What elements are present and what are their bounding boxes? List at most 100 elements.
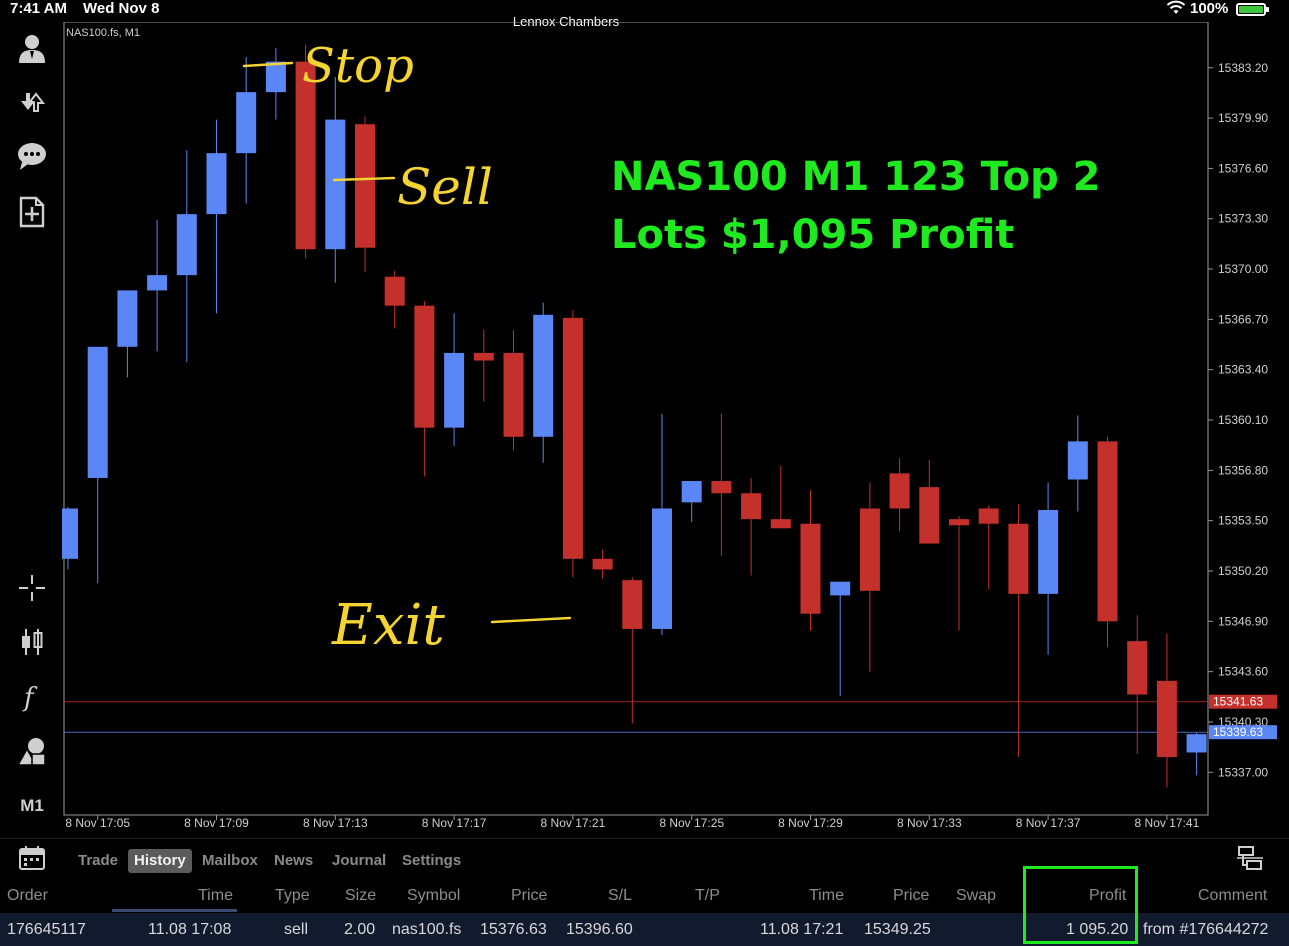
overlay-title-line2: Lots $1,095 Profit (611, 212, 1015, 258)
candle-body (592, 558, 613, 570)
candle-body (147, 275, 168, 291)
col-sl[interactable]: S/L (608, 887, 632, 905)
price-tick-label: 15350.20 (1218, 564, 1268, 578)
cell-comment: from #176644272 (1143, 921, 1269, 938)
ask-price-label: 15339.63 (1213, 725, 1263, 739)
candle-body (830, 581, 851, 596)
candle-body (1186, 734, 1207, 753)
battery-percent: 100% (1190, 0, 1229, 17)
tab-journal[interactable]: Journal (326, 849, 392, 873)
candlestick-icon[interactable] (14, 624, 50, 660)
price-tick-label: 15379.90 (1218, 111, 1268, 125)
col-size[interactable]: Size (345, 887, 376, 905)
bid-price-label: 15341.63 (1213, 695, 1263, 709)
new-document-icon[interactable] (14, 194, 50, 230)
candle-body (325, 119, 346, 250)
candle-body (1156, 680, 1177, 758)
price-tick-label: 15370.00 (1218, 262, 1268, 276)
tab-news[interactable]: News (268, 849, 319, 873)
time-tick-label: 8 Nov 17:17 (422, 816, 487, 830)
tab-settings[interactable]: Settings (396, 849, 467, 873)
account-icon[interactable] (14, 30, 50, 66)
time-tick-label: 8 Nov 17:21 (541, 816, 606, 830)
price-tick-label: 15383.20 (1218, 61, 1268, 75)
candle-body (1038, 510, 1059, 594)
candle-body (62, 508, 78, 559)
candle-body (533, 314, 554, 437)
candle-body (681, 481, 702, 503)
time-tick-label: 8 Nov 17:29 (778, 816, 843, 830)
wifi-icon (1166, 0, 1186, 20)
col-open-time[interactable]: Time (198, 887, 233, 905)
cell-price: 15376.63 (480, 921, 547, 938)
time-tick-label: 8 Nov 17:37 (1016, 816, 1081, 830)
cell-symbol: nas100.fs (392, 921, 462, 938)
time-tick-label: 8 Nov 17:09 (184, 816, 249, 830)
cell-open-time: 11.08 17:08 (148, 921, 232, 938)
candle-body (236, 92, 257, 154)
col-close-time[interactable]: Time (809, 887, 844, 905)
candle-body (87, 346, 108, 478)
left-toolbar: f M1 (0, 20, 62, 832)
candle-body (384, 276, 405, 306)
layout-toggle-icon[interactable] (1236, 844, 1264, 872)
annotation-exit: Exit (331, 593, 445, 658)
col-type[interactable]: Type (275, 887, 310, 905)
candle-body (1008, 523, 1029, 594)
deposit-withdraw-icon[interactable] (14, 84, 50, 120)
price-tick-label: 15337.00 (1218, 765, 1268, 779)
tab-mailbox[interactable]: Mailbox (196, 849, 264, 873)
cell-close-time: 11.08 17:21 (760, 921, 844, 938)
col-tp[interactable]: T/P (695, 887, 720, 905)
objects-icon[interactable] (14, 734, 50, 770)
candle-body (473, 352, 494, 361)
col-symbol[interactable]: Symbol (407, 887, 460, 905)
cell-close-price: 15349.25 (864, 921, 931, 938)
price-tick-label: 15373.30 (1218, 212, 1268, 226)
tab-history[interactable]: History (128, 849, 192, 873)
calendar-icon[interactable] (18, 844, 46, 872)
candle-body (770, 519, 791, 529)
time-tick-label: 8 Nov 17:33 (897, 816, 962, 830)
cell-sl: 15396.60 (566, 921, 633, 938)
svg-text:f: f (22, 683, 38, 713)
status-bar: 7:41 AM Wed Nov 8 Lennox Chambers 100% (0, 0, 1289, 29)
candle-body (622, 580, 643, 629)
candle-body (355, 124, 375, 248)
candle-body (503, 352, 524, 437)
candle-body (1097, 441, 1118, 622)
col-close-price[interactable]: Price (893, 887, 929, 905)
chart-canvas[interactable]: 15383.20 15379.90 15376.60 15373.30 15370.00… (62, 22, 1289, 832)
indicator-function-icon[interactable]: f (14, 678, 50, 714)
price-tick-label: 15360.10 (1218, 413, 1268, 427)
candle-body (117, 290, 138, 347)
chat-icon[interactable] (14, 138, 50, 174)
price-tick-label: 15353.50 (1218, 514, 1268, 528)
candle-body (741, 493, 762, 520)
col-price[interactable]: Price (511, 887, 547, 905)
price-tick-label: 15356.80 (1218, 463, 1268, 477)
candle-body (800, 523, 821, 614)
symbol-label: NAS100.fs, M1 (66, 27, 140, 39)
candle-body (562, 317, 583, 559)
col-comment[interactable]: Comment (1198, 887, 1267, 905)
sort-indicator (112, 909, 237, 912)
candle-body (919, 487, 940, 544)
time-tick-label: 8 Nov 17:41 (1135, 816, 1200, 830)
tab-trade[interactable]: Trade (72, 849, 124, 873)
battery-icon (1236, 3, 1269, 16)
price-chart[interactable]: 15383.20 15379.90 15376.60 15373.30 15370.00… (62, 22, 1289, 832)
col-swap[interactable]: Swap (956, 887, 996, 905)
crosshair-icon[interactable] (14, 570, 50, 606)
candle-body (711, 481, 732, 494)
time-tick-label: 8 Nov 17:05 (65, 816, 130, 830)
candle-body (889, 473, 910, 509)
candle-body (265, 61, 286, 93)
col-order[interactable]: Order (7, 887, 48, 905)
annotation-stop: Stop (302, 38, 414, 94)
overlay-title-line1: NAS100 M1 123 Top 2 (611, 154, 1101, 200)
candle-body (949, 519, 969, 526)
price-tick-label: 15376.60 (1218, 161, 1268, 175)
timeframe-button[interactable]: M1 (14, 788, 50, 824)
candle-body (414, 305, 435, 428)
